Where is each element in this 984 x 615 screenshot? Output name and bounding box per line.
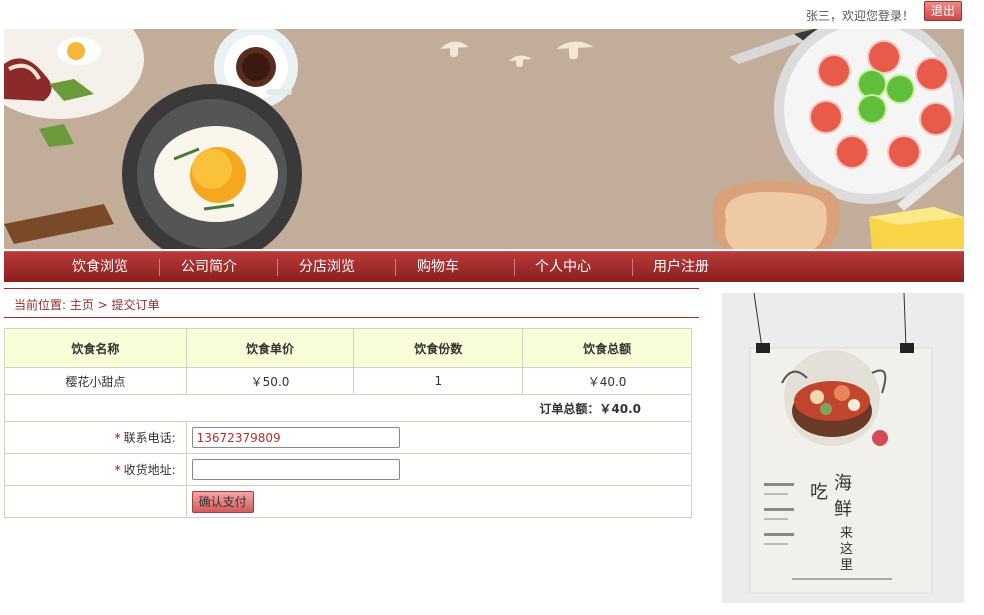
welcome-text: 张三，欢迎您登录！ — [805, 9, 914, 23]
cell-food-name: 樱花小甜点 — [4, 367, 187, 395]
banner-image — [4, 29, 964, 249]
top-bar: 张三，欢迎您登录！ 退出 — [0, 0, 984, 28]
required-mark: * — [114, 431, 121, 445]
breadcrumb-text: 当前位置: 主页 > 提交订单 — [14, 298, 160, 312]
table-row: 樱花小甜点 ￥50.0 1 ￥40.0 — [4, 367, 692, 395]
order-total: 订单总额：￥40.0 — [4, 394, 692, 422]
submit-row: 确认支付 — [4, 485, 693, 518]
nav-item-food-browse[interactable]: 饮食浏览 — [72, 252, 128, 283]
nav-separator — [514, 259, 515, 276]
phone-input[interactable] — [191, 427, 400, 448]
poster-char-li: 里 — [840, 558, 853, 573]
poster-char-lai: 来 — [840, 526, 853, 541]
column-header-unit-price: 饮食单价 — [185, 328, 355, 368]
address-label-cell: * 收货地址: — [4, 453, 187, 486]
column-header-quantity: 饮食份数 — [353, 328, 524, 368]
poster-image: 吃 海 鲜 来 这 里 — [749, 293, 933, 594]
submit-cell: 确认支付 — [185, 485, 693, 518]
address-input[interactable] — [191, 459, 400, 480]
address-field-cell — [185, 453, 693, 486]
required-mark: * — [114, 463, 121, 477]
breadcrumb: 当前位置: 主页 > 提交订单 — [4, 288, 699, 318]
empty-label-cell — [4, 485, 187, 518]
column-header-food-name: 饮食名称 — [4, 328, 187, 368]
nav-separator — [159, 259, 160, 276]
phone-label: 联系电话: — [123, 431, 176, 445]
main-nav: 饮食浏览 公司简介 分店浏览 购物车 个人中心 用户注册 — [4, 251, 964, 282]
poster-char-chi: 吃 — [810, 482, 828, 503]
nav-separator — [277, 259, 278, 276]
nav-item-personal-center[interactable]: 个人中心 — [535, 252, 591, 283]
order-table: 饮食名称 饮食单价 饮食份数 饮食总额 樱花小甜点 ￥50.0 1 ￥40.0 … — [4, 328, 693, 518]
confirm-pay-button[interactable]: 确认支付 — [191, 490, 254, 513]
total-row: 订单总额：￥40.0 — [4, 394, 692, 422]
cell-quantity: 1 — [353, 367, 524, 395]
nav-item-company-intro[interactable]: 公司简介 — [181, 252, 237, 283]
address-label: 收货地址: — [123, 463, 176, 477]
nav-item-register[interactable]: 用户注册 — [653, 252, 709, 283]
cell-amount: ￥40.0 — [522, 367, 692, 395]
poster-char-hai: 海 — [834, 473, 852, 494]
address-row: * 收货地址: — [4, 453, 693, 486]
nav-separator — [632, 259, 633, 276]
phone-row: * 联系电话: — [4, 421, 693, 454]
poster-char-zhe: 这 — [840, 541, 853, 557]
nav-item-branch-browse[interactable]: 分店浏览 — [299, 252, 355, 283]
poster-char-xian: 鲜 — [834, 499, 852, 520]
nav-item-cart[interactable]: 购物车 — [417, 252, 459, 283]
column-header-total-amount: 饮食总额 — [522, 328, 692, 368]
phone-field-cell — [185, 421, 693, 454]
phone-label-cell: * 联系电话: — [4, 421, 187, 454]
poster-advertisement: 吃 海 鲜 来 这 里 — [722, 293, 964, 603]
logout-button[interactable]: 退出 — [923, 1, 962, 21]
table-header-row: 饮食名称 饮食单价 饮食份数 饮食总额 — [4, 328, 692, 368]
nav-separator — [395, 259, 396, 276]
cell-unit-price: ￥50.0 — [185, 367, 355, 395]
